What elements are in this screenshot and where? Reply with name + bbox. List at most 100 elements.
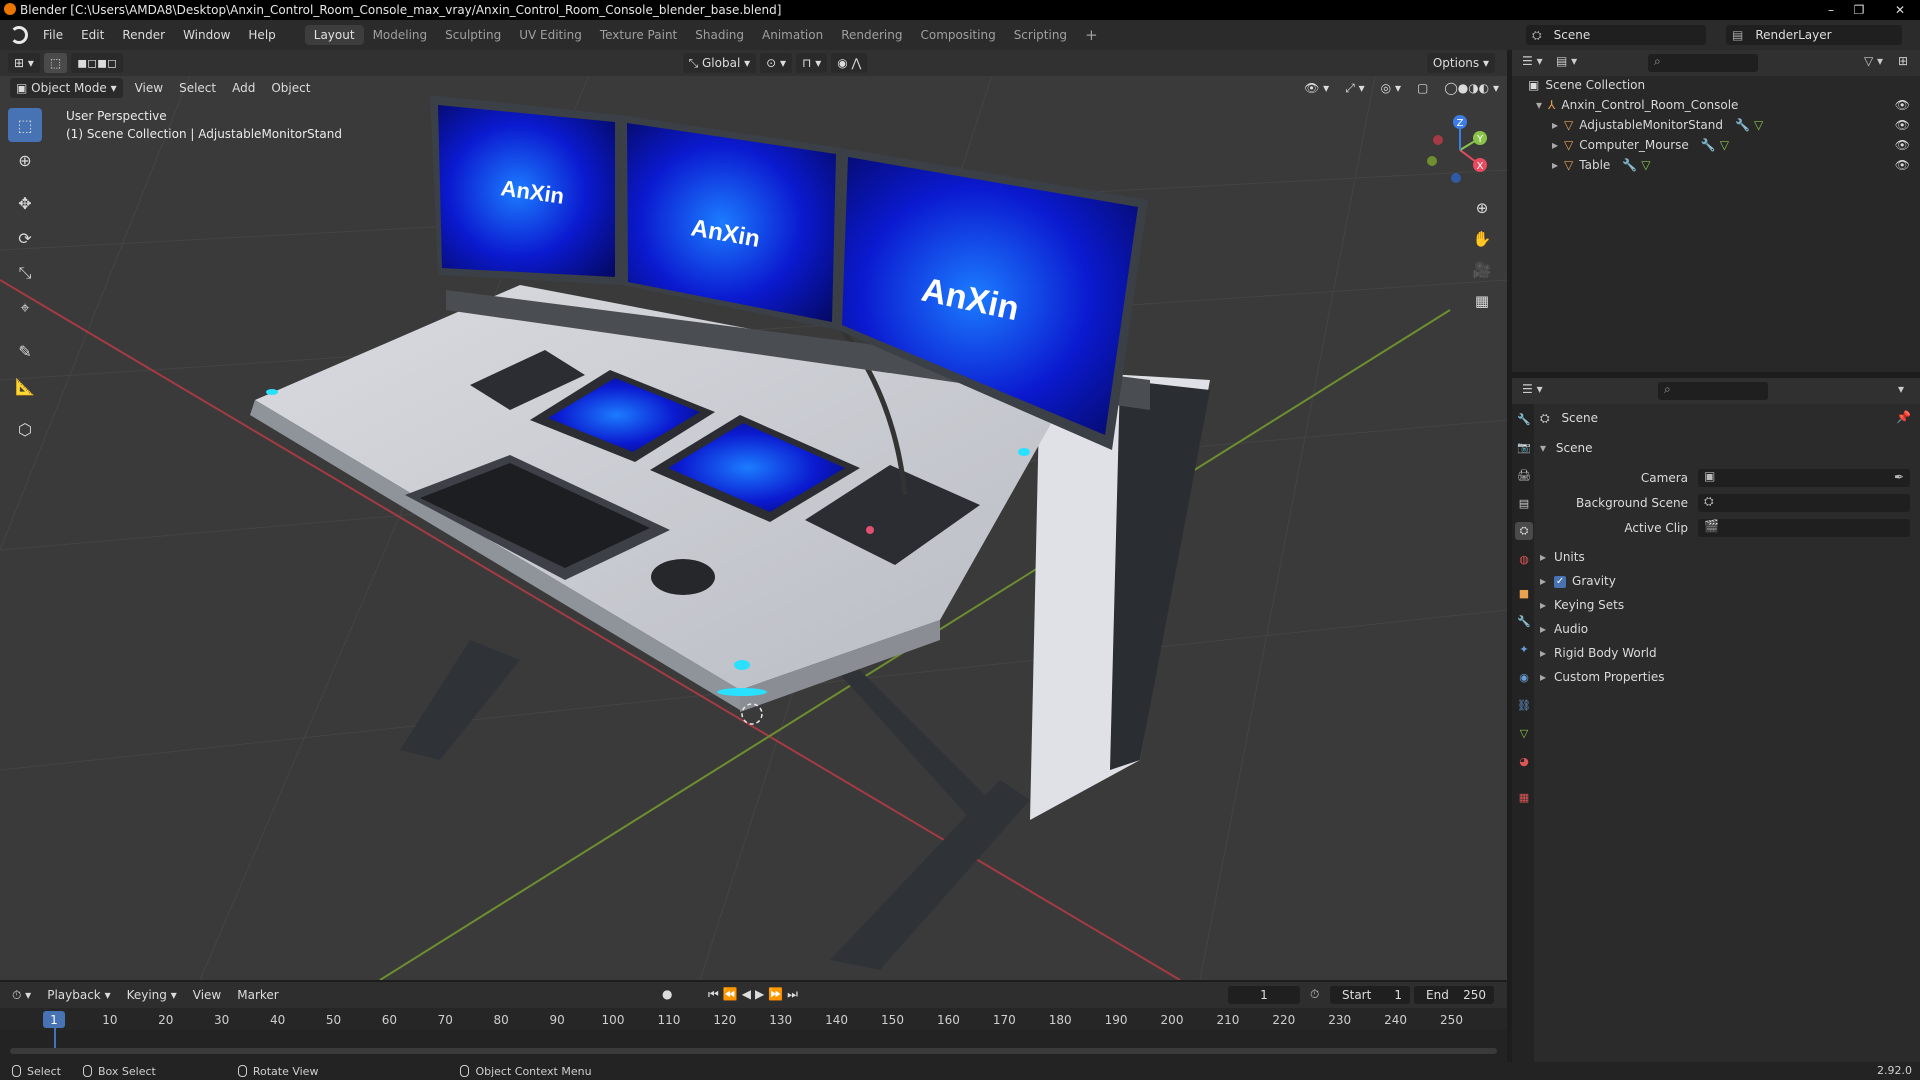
modifier-tab-icon[interactable]: 🔧 bbox=[1515, 612, 1533, 630]
select-box-tool-icon[interactable]: ⬚ bbox=[8, 108, 42, 142]
menu-help[interactable]: Help bbox=[239, 28, 284, 42]
overlays-icon[interactable]: ◎ ▾ bbox=[1373, 81, 1409, 95]
cursor-tool-icon[interactable]: ⊕ bbox=[8, 143, 42, 177]
current-frame-field[interactable]: 1 bbox=[1228, 986, 1300, 1004]
visibility-eye-icon[interactable]: 👁 bbox=[1895, 98, 1910, 112]
data-tab-icon[interactable]: ▽ bbox=[1515, 724, 1533, 742]
chevron-down-icon[interactable]: ▾ bbox=[1898, 382, 1904, 396]
tab-rendering[interactable]: Rendering bbox=[832, 25, 911, 45]
menu-render[interactable]: Render bbox=[113, 28, 174, 42]
texture-tab-icon[interactable]: ▦ bbox=[1515, 788, 1533, 806]
timeline-menu-marker[interactable]: Marker bbox=[229, 988, 286, 1002]
rotate-tool-icon[interactable]: ⟳ bbox=[8, 221, 42, 255]
zoom-icon[interactable]: ⊕ bbox=[1468, 194, 1496, 222]
timeline-menu-keying[interactable]: Keying ▾ bbox=[119, 988, 185, 1002]
viewport-menu-view[interactable]: View bbox=[127, 81, 171, 95]
expand-chevron-icon[interactable]: ▾ bbox=[1536, 98, 1542, 112]
viewport-menu-add[interactable]: Add bbox=[224, 81, 263, 95]
outliner-editor-icon[interactable]: ☰ ▾ bbox=[1522, 54, 1543, 68]
minimize-icon[interactable]: – bbox=[1818, 0, 1844, 20]
constraints-tab-icon[interactable]: ⛓ bbox=[1515, 696, 1533, 714]
visibility-icon[interactable]: 👁 ▾ bbox=[1296, 81, 1337, 95]
active-clip-field[interactable]: 🎬 bbox=[1698, 519, 1910, 537]
end-frame-field[interactable]: End 250 bbox=[1414, 986, 1494, 1004]
playback-controls-icons[interactable]: ⏮⏪◀▶⏩⏭ bbox=[708, 987, 802, 1002]
stopwatch-icon[interactable]: ⏱ bbox=[1310, 987, 1319, 1002]
timeline-scrollbar[interactable] bbox=[10, 1048, 1497, 1054]
timeline-menu-playback[interactable]: Playback ▾ bbox=[39, 988, 118, 1002]
scene-panel-header[interactable]: ▾ Scene bbox=[1540, 441, 1592, 455]
gizmo-toggle-icon[interactable]: ⤢ ▾ bbox=[1337, 81, 1372, 96]
menu-file[interactable]: File bbox=[34, 28, 72, 42]
viewport-menu-select[interactable]: Select bbox=[171, 81, 224, 95]
view-layer-tab-icon[interactable]: ▤ bbox=[1515, 494, 1533, 512]
menu-edit[interactable]: Edit bbox=[72, 28, 113, 42]
snap-icon[interactable]: ⊓ ▾ bbox=[796, 53, 828, 73]
background-scene-field[interactable]: ⛭ bbox=[1698, 494, 1910, 512]
add-cube-tool-icon[interactable]: ⬡ bbox=[8, 412, 42, 446]
pan-hand-icon[interactable]: ✋ bbox=[1468, 225, 1496, 253]
menu-window[interactable]: Window bbox=[174, 28, 239, 42]
section-audio[interactable]: ▸ Audio bbox=[1540, 622, 1588, 636]
transform-tool-icon[interactable]: ⌖ bbox=[8, 291, 42, 325]
gravity-checkbox[interactable]: ✓ bbox=[1554, 575, 1567, 588]
pin-icon[interactable]: 📌 bbox=[1896, 410, 1911, 424]
physics-tab-icon[interactable]: ◉ bbox=[1515, 668, 1533, 686]
orientation-dropdown[interactable]: ⤡ Global ▾ bbox=[682, 53, 757, 73]
scene-tab-icon[interactable]: ⛭ bbox=[1515, 522, 1533, 540]
outliner-object-row[interactable]: ▸ ▽ AdjustableMonitorStand 🔧 ▽ 👁 bbox=[1512, 115, 1920, 135]
expand-chevron-icon[interactable]: ▸ bbox=[1552, 138, 1558, 152]
object-tab-icon[interactable]: ■ bbox=[1515, 584, 1533, 602]
tab-texture-paint[interactable]: Texture Paint bbox=[591, 25, 686, 45]
new-collection-icon[interactable]: ⊞ bbox=[1898, 54, 1908, 68]
section-units[interactable]: ▸ Units bbox=[1540, 550, 1585, 564]
expand-chevron-icon[interactable]: ▸ bbox=[1552, 118, 1558, 132]
close-icon[interactable]: ✕ bbox=[1880, 0, 1920, 20]
start-frame-field[interactable]: Start 1 bbox=[1330, 986, 1410, 1004]
add-workspace-button[interactable]: + bbox=[1076, 23, 1107, 47]
visibility-eye-icon[interactable]: 👁 bbox=[1895, 158, 1910, 172]
world-tab-icon[interactable]: ◍ bbox=[1515, 550, 1533, 568]
output-tab-icon[interactable]: 🖨 bbox=[1515, 466, 1533, 484]
mode-dropdown[interactable]: ▣ Object Mode ▾ bbox=[10, 78, 123, 98]
tab-uv-editing[interactable]: UV Editing bbox=[510, 25, 591, 45]
selection-mode-icons[interactable]: ◼◻◼◻ bbox=[71, 53, 124, 73]
expand-chevron-icon[interactable]: ▸ bbox=[1552, 158, 1558, 172]
particles-tab-icon[interactable]: ✦ bbox=[1515, 640, 1533, 658]
tab-scripting[interactable]: Scripting bbox=[1005, 25, 1076, 45]
filter-icon[interactable]: ▽ ▾ bbox=[1864, 54, 1883, 68]
properties-editor-icon[interactable]: ☰ ▾ bbox=[1522, 382, 1543, 396]
move-tool-icon[interactable]: ✥ bbox=[8, 186, 42, 220]
timeline-menu-view[interactable]: View bbox=[185, 988, 229, 1002]
visibility-eye-icon[interactable]: 👁 bbox=[1895, 138, 1910, 152]
eyedropper-icon[interactable]: ✒ bbox=[1894, 470, 1904, 484]
tab-compositing[interactable]: Compositing bbox=[911, 25, 1004, 45]
pivot-icon[interactable]: ⊙ ▾ bbox=[760, 53, 793, 73]
measure-tool-icon[interactable]: 📐 bbox=[8, 369, 42, 403]
scale-tool-icon[interactable]: ⤡ bbox=[8, 256, 42, 290]
blender-logo-icon[interactable] bbox=[10, 26, 28, 44]
outliner-scene-collection[interactable]: ▣ Scene Collection bbox=[1512, 75, 1920, 95]
record-icon[interactable]: ● bbox=[662, 987, 672, 1001]
tab-modeling[interactable]: Modeling bbox=[364, 25, 437, 45]
outliner-search-input[interactable]: ⌕ bbox=[1648, 54, 1758, 72]
tab-layout[interactable]: Layout bbox=[304, 25, 364, 45]
options-button[interactable]: Options ▾ bbox=[1426, 53, 1496, 73]
scene-selector[interactable]: ⛭ Scene bbox=[1526, 25, 1706, 45]
maximize-icon[interactable]: ❐ bbox=[1846, 0, 1872, 20]
xray-icon[interactable]: ▢ bbox=[1409, 81, 1436, 95]
timeline-editor-icon[interactable]: ⏱ ▾ bbox=[4, 988, 39, 1003]
tab-shading[interactable]: Shading bbox=[686, 25, 753, 45]
outliner-object-row[interactable]: ▸ ▽ Table 🔧 ▽ 👁 bbox=[1512, 155, 1920, 175]
section-rigid-body-world[interactable]: ▸ Rigid Body World bbox=[1540, 646, 1657, 660]
viewport-menu-object[interactable]: Object bbox=[263, 81, 318, 95]
ortho-grid-icon[interactable]: ▦ bbox=[1468, 287, 1496, 315]
proportional-edit-icon[interactable]: ◉ ⋀ bbox=[831, 53, 868, 73]
3d-viewport[interactable]: AnXin AnXin AnXin bbox=[0, 50, 1507, 980]
editor-type-icon[interactable]: ⊞ ▾ bbox=[8, 53, 40, 73]
section-gravity[interactable]: ▸ ✓ Gravity bbox=[1540, 574, 1616, 588]
camera-field[interactable]: ▣ ✒ bbox=[1698, 469, 1910, 487]
annotate-tool-icon[interactable]: ✎ bbox=[8, 334, 42, 368]
section-keying-sets[interactable]: ▸ Keying Sets bbox=[1540, 598, 1624, 612]
outliner-object-row[interactable]: ▸ ▽ Computer_Mourse 🔧 ▽ 👁 bbox=[1512, 135, 1920, 155]
